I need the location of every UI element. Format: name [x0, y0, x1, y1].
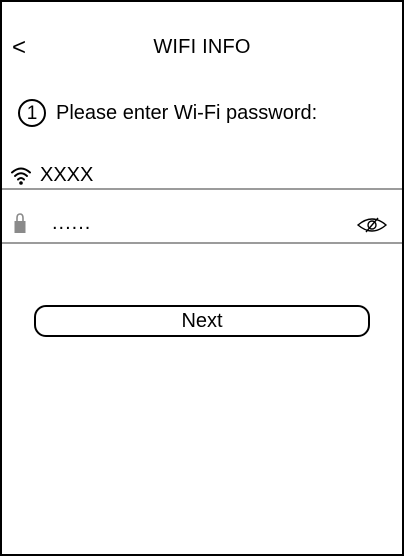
next-button[interactable]: Next — [34, 305, 370, 337]
wifi-info-screen: < WIFI INFO 1 Please enter Wi-Fi passwor… — [0, 0, 404, 556]
header: < WIFI INFO — [2, 2, 402, 92]
wifi-icon — [11, 167, 31, 185]
eye-off-icon[interactable] — [356, 216, 388, 234]
wifi-network-row: XXXX — [6, 160, 402, 190]
password-row — [6, 208, 402, 242]
page-title: WIFI INFO — [153, 36, 251, 58]
divider — [2, 188, 402, 190]
lock-icon — [14, 213, 26, 233]
step-instruction: 1 Please enter Wi-Fi password: — [18, 96, 317, 130]
wifi-ssid: XXXX — [40, 163, 94, 186]
step-number-badge: 1 — [18, 99, 46, 127]
password-input[interactable] — [52, 210, 302, 236]
instruction-text: Please enter Wi-Fi password: — [56, 101, 318, 124]
divider — [2, 242, 402, 244]
